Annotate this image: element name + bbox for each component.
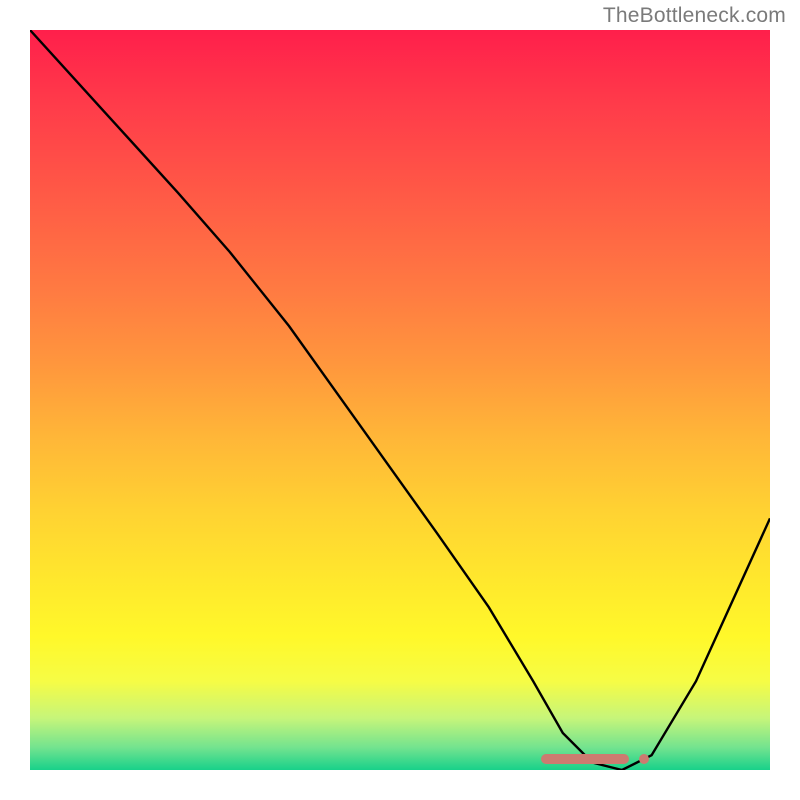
chart-stage: TheBottleneck.com [0,0,800,800]
watermark-text: TheBottleneck.com [603,4,786,28]
plot-area [30,30,770,770]
optimal-range-bar [541,754,630,764]
bottleneck-curve [30,30,770,770]
curve-path [30,30,770,770]
